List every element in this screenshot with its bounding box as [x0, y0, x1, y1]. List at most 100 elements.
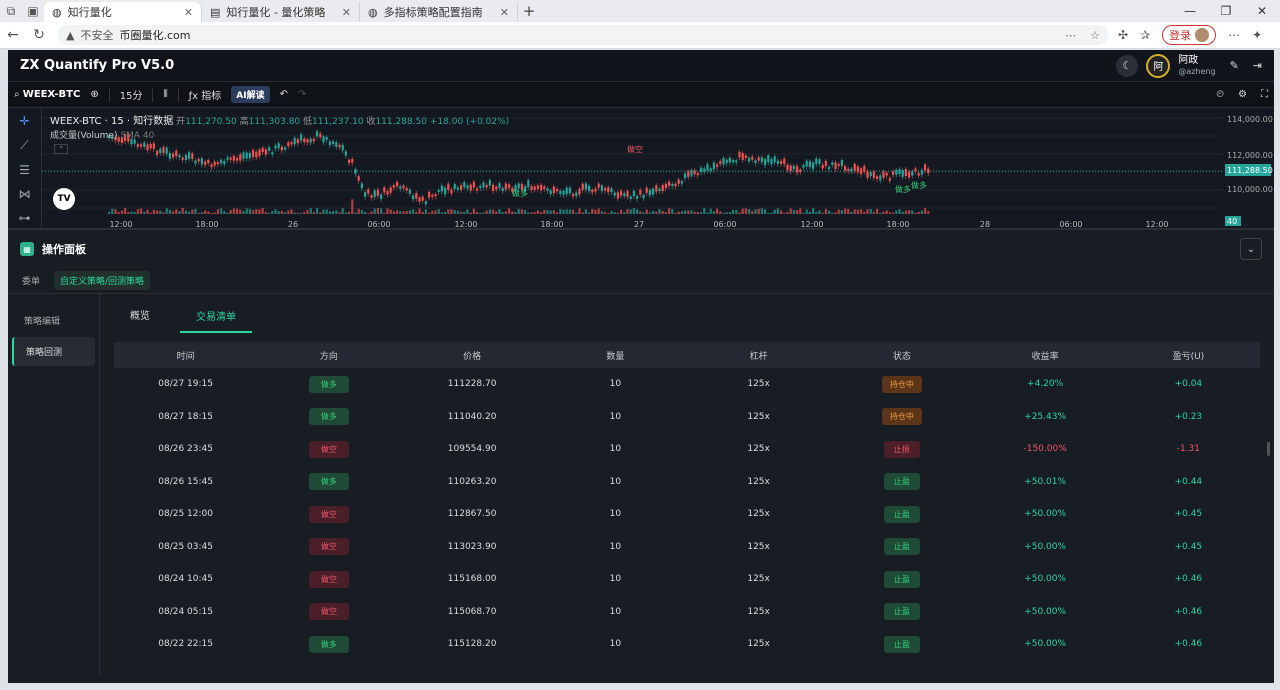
- symbol-search[interactable]: ⌕ WEEX-BTC: [14, 89, 80, 100]
- volume-bar: [805, 209, 808, 214]
- candle: [703, 168, 706, 172]
- volume-bar: [588, 212, 591, 214]
- settings-icon[interactable]: ⚙: [1238, 89, 1247, 100]
- address-bar[interactable]: ▲ 不安全 币圈量化.com ⋯ ☆: [58, 25, 1108, 45]
- login-button[interactable]: 登录: [1162, 25, 1217, 45]
- theme-toggle-icon[interactable]: ☾: [1116, 54, 1139, 77]
- tab-custom-strategy[interactable]: 自定义策略/回测策略: [54, 271, 151, 290]
- indicator-button[interactable]: ƒx 指标: [189, 87, 222, 102]
- ai-interpret-button[interactable]: AI解读: [231, 86, 270, 103]
- undo-icon[interactable]: ↶: [280, 89, 288, 100]
- cell-return: +50.00%: [1024, 541, 1067, 552]
- tradingview-logo[interactable]: TV: [53, 188, 75, 210]
- volume-bar: [668, 208, 671, 214]
- table-row[interactable]: 08/27 18:15 做多 111040.20 10 125x 持仓中 +25.43% +0…: [114, 401, 1260, 434]
- candle: [738, 151, 741, 158]
- table-row[interactable]: 08/24 10:45 做空 115168.00 10 125x 止盈 +50.00% +0.…: [114, 563, 1260, 596]
- settings-menu-icon[interactable]: ⋯: [1228, 28, 1240, 42]
- table-row[interactable]: 08/24 05:15 做空 115068.70 10 125x 止盈 +50.00% +0.…: [114, 596, 1260, 629]
- browser-tab-1[interactable]: ◍ 知行量化 ✕: [44, 2, 202, 22]
- fullscreen-icon[interactable]: ⛶: [1261, 89, 1268, 100]
- edit-icon[interactable]: ✎: [1230, 59, 1239, 72]
- logout-icon[interactable]: ⇥: [1253, 59, 1262, 72]
- browser-tab-2[interactable]: ▤ 知行量化 - 量化策略 ✕: [202, 2, 360, 22]
- add-symbol-icon[interactable]: ⊕: [90, 89, 98, 100]
- volume-bar: [210, 212, 213, 214]
- legend-title: WEEX-BTC · 15 · 知行数据: [50, 116, 174, 127]
- tab-actions-icon[interactable]: ▣: [22, 0, 44, 22]
- candle: [892, 171, 895, 175]
- cell-status: 止盈: [830, 473, 973, 491]
- tab-overview[interactable]: 概览: [130, 307, 150, 322]
- table-row[interactable]: 08/26 23:45 做空 109554.90 10 125x 止损 -150.00% -1…: [114, 433, 1260, 466]
- direction-badge: 做空: [308, 570, 349, 588]
- redo-icon[interactable]: ↷: [298, 89, 306, 100]
- tab-orders[interactable]: 委单: [22, 274, 40, 287]
- minimize-icon[interactable]: —: [1172, 4, 1208, 18]
- more-icon[interactable]: ⋯: [1065, 29, 1076, 42]
- candle: [853, 163, 856, 171]
- volume-bar: [424, 209, 427, 214]
- browser-tab-3[interactable]: ◍ 多指标策略配置指南 ✕: [360, 2, 518, 22]
- price-chart[interactable]: 114,000.00 112,000.00 110,000.00 111,288.50…: [8, 108, 1274, 230]
- close-tab-icon[interactable]: ✕: [500, 6, 509, 19]
- table-row[interactable]: 08/22 22:15 做多 115128.20 10 125x 止盈 +50.00% +0.…: [114, 628, 1260, 661]
- candle-type-icon[interactable]: ⫴: [163, 89, 167, 100]
- close-window-icon[interactable]: ✕: [1244, 4, 1280, 18]
- candle: [274, 145, 277, 149]
- pattern-icon[interactable]: ⋈: [19, 187, 31, 201]
- workspaces-icon[interactable]: ⧉: [0, 0, 22, 22]
- cell-price: 110263.20: [447, 476, 497, 487]
- volume-bar: [796, 210, 799, 214]
- sidebar-item-edit[interactable]: 策略编辑: [12, 306, 95, 335]
- candle: [629, 196, 632, 199]
- volume-bar: [108, 211, 111, 214]
- fib-icon[interactable]: ☰: [19, 163, 30, 177]
- cell-time: 08/26 23:45: [158, 444, 213, 455]
- chevron-down-icon[interactable]: ⌄: [1240, 238, 1262, 260]
- alert-icon[interactable]: ⏲: [1216, 89, 1224, 100]
- trendline-icon[interactable]: ⟋: [20, 138, 28, 153]
- table-row[interactable]: 08/27 19:15 做多 111228.70 10 125x 持仓中 +4.20% +0.…: [114, 368, 1260, 401]
- close-tab-icon[interactable]: ✕: [342, 6, 351, 19]
- sidebar-item-backtest[interactable]: 策略回测: [12, 337, 95, 366]
- volume-bar: [677, 211, 680, 214]
- volume-bar: [524, 210, 527, 214]
- tab-trade-list[interactable]: 交易清单: [180, 296, 252, 333]
- measure-icon[interactable]: ⊶: [19, 211, 31, 225]
- volume-bar: [492, 209, 495, 214]
- candle: [597, 183, 600, 188]
- table-row[interactable]: 08/25 12:00 做空 112867.50 10 125x 止盈 +50.00% +0.…: [114, 498, 1260, 531]
- maximize-icon[interactable]: ❐: [1208, 4, 1244, 18]
- favorite-star-icon[interactable]: ☆: [1090, 29, 1100, 42]
- favorites-icon[interactable]: ✰: [1140, 28, 1150, 42]
- table-row[interactable]: 08/25 03:45 做空 113023.90 10 125x 止盈 +50.00% +0.…: [114, 531, 1260, 564]
- reload-icon[interactable]: ↻: [26, 27, 52, 43]
- table-scrollbar[interactable]: [1267, 442, 1270, 456]
- extensions-icon[interactable]: ✣: [1118, 28, 1128, 42]
- user-avatar[interactable]: 阿: [1146, 53, 1171, 78]
- close-tab-icon[interactable]: ✕: [184, 6, 193, 19]
- volume-bar: [476, 212, 479, 214]
- cell-direction: 做多: [257, 408, 400, 426]
- candle: [300, 134, 303, 141]
- candle: [866, 171, 869, 178]
- candle: [584, 183, 587, 190]
- crosshair-icon[interactable]: ✛: [19, 114, 29, 128]
- collapse-legend-icon[interactable]: ⌃: [54, 144, 68, 154]
- volume-bar: [642, 212, 645, 214]
- url-text[interactable]: 币圈量化.com: [119, 27, 190, 43]
- interval-button[interactable]: 15分: [120, 87, 143, 102]
- brand-title: ZX Quantify Pro V5.0: [20, 58, 175, 73]
- table-row[interactable]: 08/26 15:45 做多 110263.20 10 125x 止盈 +50.01% +0.…: [114, 466, 1260, 499]
- cell-time: 08/24 10:45: [158, 574, 213, 585]
- back-icon[interactable]: ←: [0, 27, 26, 43]
- cell-status: 止盈: [830, 505, 973, 523]
- new-tab-button[interactable]: +: [518, 2, 540, 20]
- volume-bar: [533, 212, 536, 214]
- candle: [261, 147, 264, 153]
- copilot-icon[interactable]: ✦: [1252, 28, 1262, 42]
- volume-bar: [738, 212, 741, 214]
- candle: [284, 147, 287, 150]
- volume-bar: [114, 209, 117, 214]
